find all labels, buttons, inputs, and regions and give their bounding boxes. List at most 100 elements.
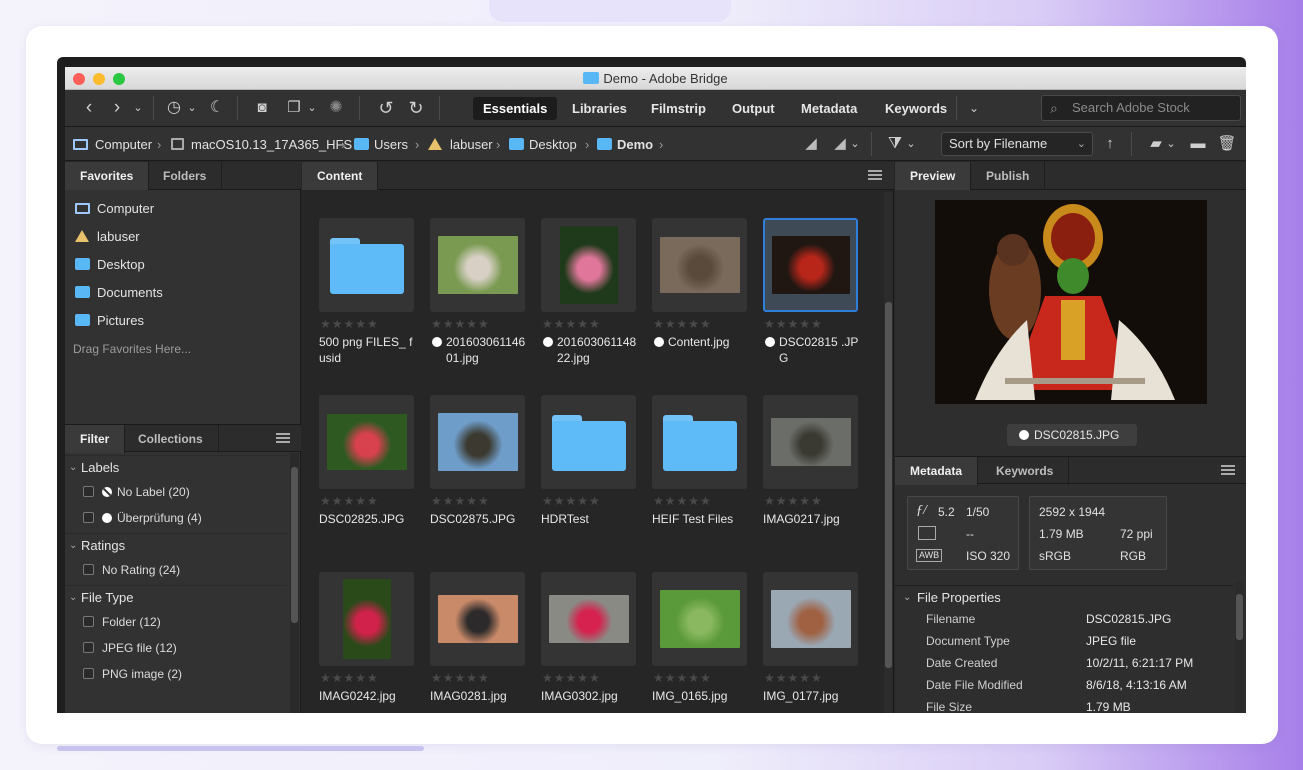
workspace-tab-keywords[interactable]: Keywords: [875, 97, 957, 120]
close-window-button[interactable]: [73, 73, 85, 85]
filter-section-labels[interactable]: ⌄ Labels: [65, 455, 287, 479]
rating-stars[interactable]: ★★★★★: [653, 318, 712, 330]
open-recent-folder-icon[interactable]: ▰: [1145, 132, 1167, 156]
image-thumbnail[interactable]: [319, 395, 414, 489]
thumbnail-quality-icon[interactable]: ◢: [801, 132, 821, 156]
camera-raw-icon[interactable]: ✺: [325, 96, 347, 120]
metadata-scrollbar-thumb[interactable]: [1236, 594, 1243, 640]
filter-panel-menu-icon[interactable]: [276, 433, 290, 443]
checkbox[interactable]: [83, 486, 94, 497]
chevron-down-icon[interactable]: ⌄: [131, 96, 145, 120]
new-folder-icon[interactable]: ▬: [1187, 132, 1209, 156]
chevron-down-icon[interactable]: ⌄: [185, 96, 199, 120]
rating-stars[interactable]: ★★★★★: [653, 495, 712, 507]
filter-items-icon[interactable]: ⧩: [885, 132, 905, 156]
maximize-window-button[interactable]: [113, 73, 125, 85]
metadata-scrollbar[interactable]: [1235, 582, 1244, 713]
favorite-documents[interactable]: Documents: [75, 283, 163, 303]
checkbox[interactable]: [83, 512, 94, 523]
breadcrumb-demo[interactable]: Demo: [597, 136, 653, 154]
folder-thumbnail[interactable]: [652, 395, 747, 489]
workspace-tab-metadata[interactable]: Metadata: [791, 97, 867, 120]
filter-row-no-rating[interactable]: No Rating (24): [83, 559, 180, 581]
back-icon[interactable]: ‹: [79, 96, 99, 120]
forward-icon[interactable]: ›: [107, 96, 127, 120]
camera-icon[interactable]: ◙: [251, 96, 273, 120]
chevron-down-icon[interactable]: ⌄: [305, 96, 319, 120]
image-thumbnail[interactable]: [763, 572, 858, 666]
rotate-right-icon[interactable]: ↻: [405, 96, 427, 120]
workspace-tab-output[interactable]: Output: [722, 97, 785, 120]
chevron-down-icon[interactable]: ⌄: [905, 132, 917, 156]
checkbox[interactable]: [83, 642, 94, 653]
workspace-tab-libraries[interactable]: Libraries: [562, 97, 637, 120]
checkbox[interactable]: [83, 616, 94, 627]
rating-stars[interactable]: ★★★★★: [320, 318, 379, 330]
preview-image[interactable]: [935, 200, 1207, 404]
favorite-labuser[interactable]: labuser: [75, 227, 140, 247]
rating-stars[interactable]: ★★★★★: [431, 672, 490, 684]
filter-section-ratings[interactable]: ⌄ Ratings: [65, 533, 287, 557]
filter-scrollbar-thumb[interactable]: [291, 467, 298, 623]
workspace-tab-essentials[interactable]: Essentials: [473, 97, 558, 120]
tab-metadata[interactable]: Metadata: [895, 457, 979, 485]
rating-stars[interactable]: ★★★★★: [764, 495, 823, 507]
image-thumbnail[interactable]: [652, 572, 747, 666]
trash-icon[interactable]: 🗑: [1217, 132, 1237, 156]
breadcrumb-computer[interactable]: Computer: [73, 136, 152, 154]
minimize-window-button[interactable]: [93, 73, 105, 85]
rotate-left-icon[interactable]: ↺: [375, 96, 397, 120]
filter-section-file-type[interactable]: ⌄ File Type: [65, 585, 287, 609]
favorite-desktop[interactable]: Desktop: [75, 255, 145, 275]
metadata-section-file-properties[interactable]: ⌄ File Properties: [895, 585, 1233, 609]
image-thumbnail[interactable]: [541, 218, 636, 312]
checkbox[interactable]: [83, 564, 94, 575]
filter-row-review[interactable]: Überprüfung (4): [83, 507, 202, 529]
checkbox[interactable]: [83, 668, 94, 679]
workspace-tab-filmstrip[interactable]: Filmstrip: [641, 97, 716, 120]
rating-stars[interactable]: ★★★★★: [431, 495, 490, 507]
tab-favorites[interactable]: Favorites: [65, 162, 150, 190]
rating-stars[interactable]: ★★★★★: [320, 672, 379, 684]
tab-keywords[interactable]: Keywords: [981, 457, 1070, 485]
rating-stars[interactable]: ★★★★★: [542, 672, 601, 684]
sort-ascending-icon[interactable]: ↑: [1101, 132, 1119, 156]
breadcrumb-desktop[interactable]: Desktop: [509, 136, 577, 154]
refine-icon[interactable]: ❐: [283, 96, 305, 120]
recent-files-icon[interactable]: ◷: [163, 96, 185, 120]
content-scrollbar-thumb[interactable]: [885, 302, 892, 668]
image-thumbnail[interactable]: [430, 218, 525, 312]
rating-stars[interactable]: ★★★★★: [653, 672, 712, 684]
tab-preview[interactable]: Preview: [895, 162, 972, 190]
rating-stars[interactable]: ★★★★★: [320, 495, 379, 507]
breadcrumb-users[interactable]: Users: [354, 136, 408, 154]
chevron-down-icon[interactable]: ⌄: [849, 132, 861, 156]
rating-stars[interactable]: ★★★★★: [542, 318, 601, 330]
favorite-pictures[interactable]: Pictures: [75, 311, 144, 331]
search-input[interactable]: ⌕ Search Adobe Stock: [1041, 95, 1241, 121]
filter-row-png[interactable]: PNG image (2): [83, 663, 182, 685]
breadcrumb-labuser[interactable]: labuser: [428, 136, 493, 154]
image-thumbnail[interactable]: [319, 572, 414, 666]
boomerang-icon[interactable]: ☾: [207, 96, 227, 120]
image-thumbnail[interactable]: [763, 218, 858, 312]
tab-folders[interactable]: Folders: [148, 162, 223, 190]
rating-filter-icon[interactable]: ◢: [829, 132, 851, 156]
filter-row-folder[interactable]: Folder (12): [83, 611, 161, 633]
filter-scrollbar[interactable]: [290, 453, 299, 713]
workspace-menu-chevron-icon[interactable]: ⌄: [965, 96, 983, 120]
image-thumbnail[interactable]: [652, 218, 747, 312]
rating-stars[interactable]: ★★★★★: [764, 318, 823, 330]
rating-stars[interactable]: ★★★★★: [431, 318, 490, 330]
folder-thumbnail[interactable]: [319, 218, 414, 312]
tab-collections[interactable]: Collections: [123, 425, 219, 453]
breadcrumb-volume[interactable]: macOS10.13_17A365_HFS: [171, 136, 352, 154]
image-thumbnail[interactable]: [430, 395, 525, 489]
chevron-down-icon[interactable]: ⌄: [1165, 132, 1177, 156]
content-scrollbar[interactable]: [884, 192, 893, 713]
sort-dropdown[interactable]: Sort by Filename ⌄: [941, 132, 1093, 156]
tab-content[interactable]: Content: [302, 162, 379, 190]
tab-filter[interactable]: Filter: [65, 425, 126, 453]
image-thumbnail[interactable]: [430, 572, 525, 666]
image-thumbnail[interactable]: [541, 572, 636, 666]
